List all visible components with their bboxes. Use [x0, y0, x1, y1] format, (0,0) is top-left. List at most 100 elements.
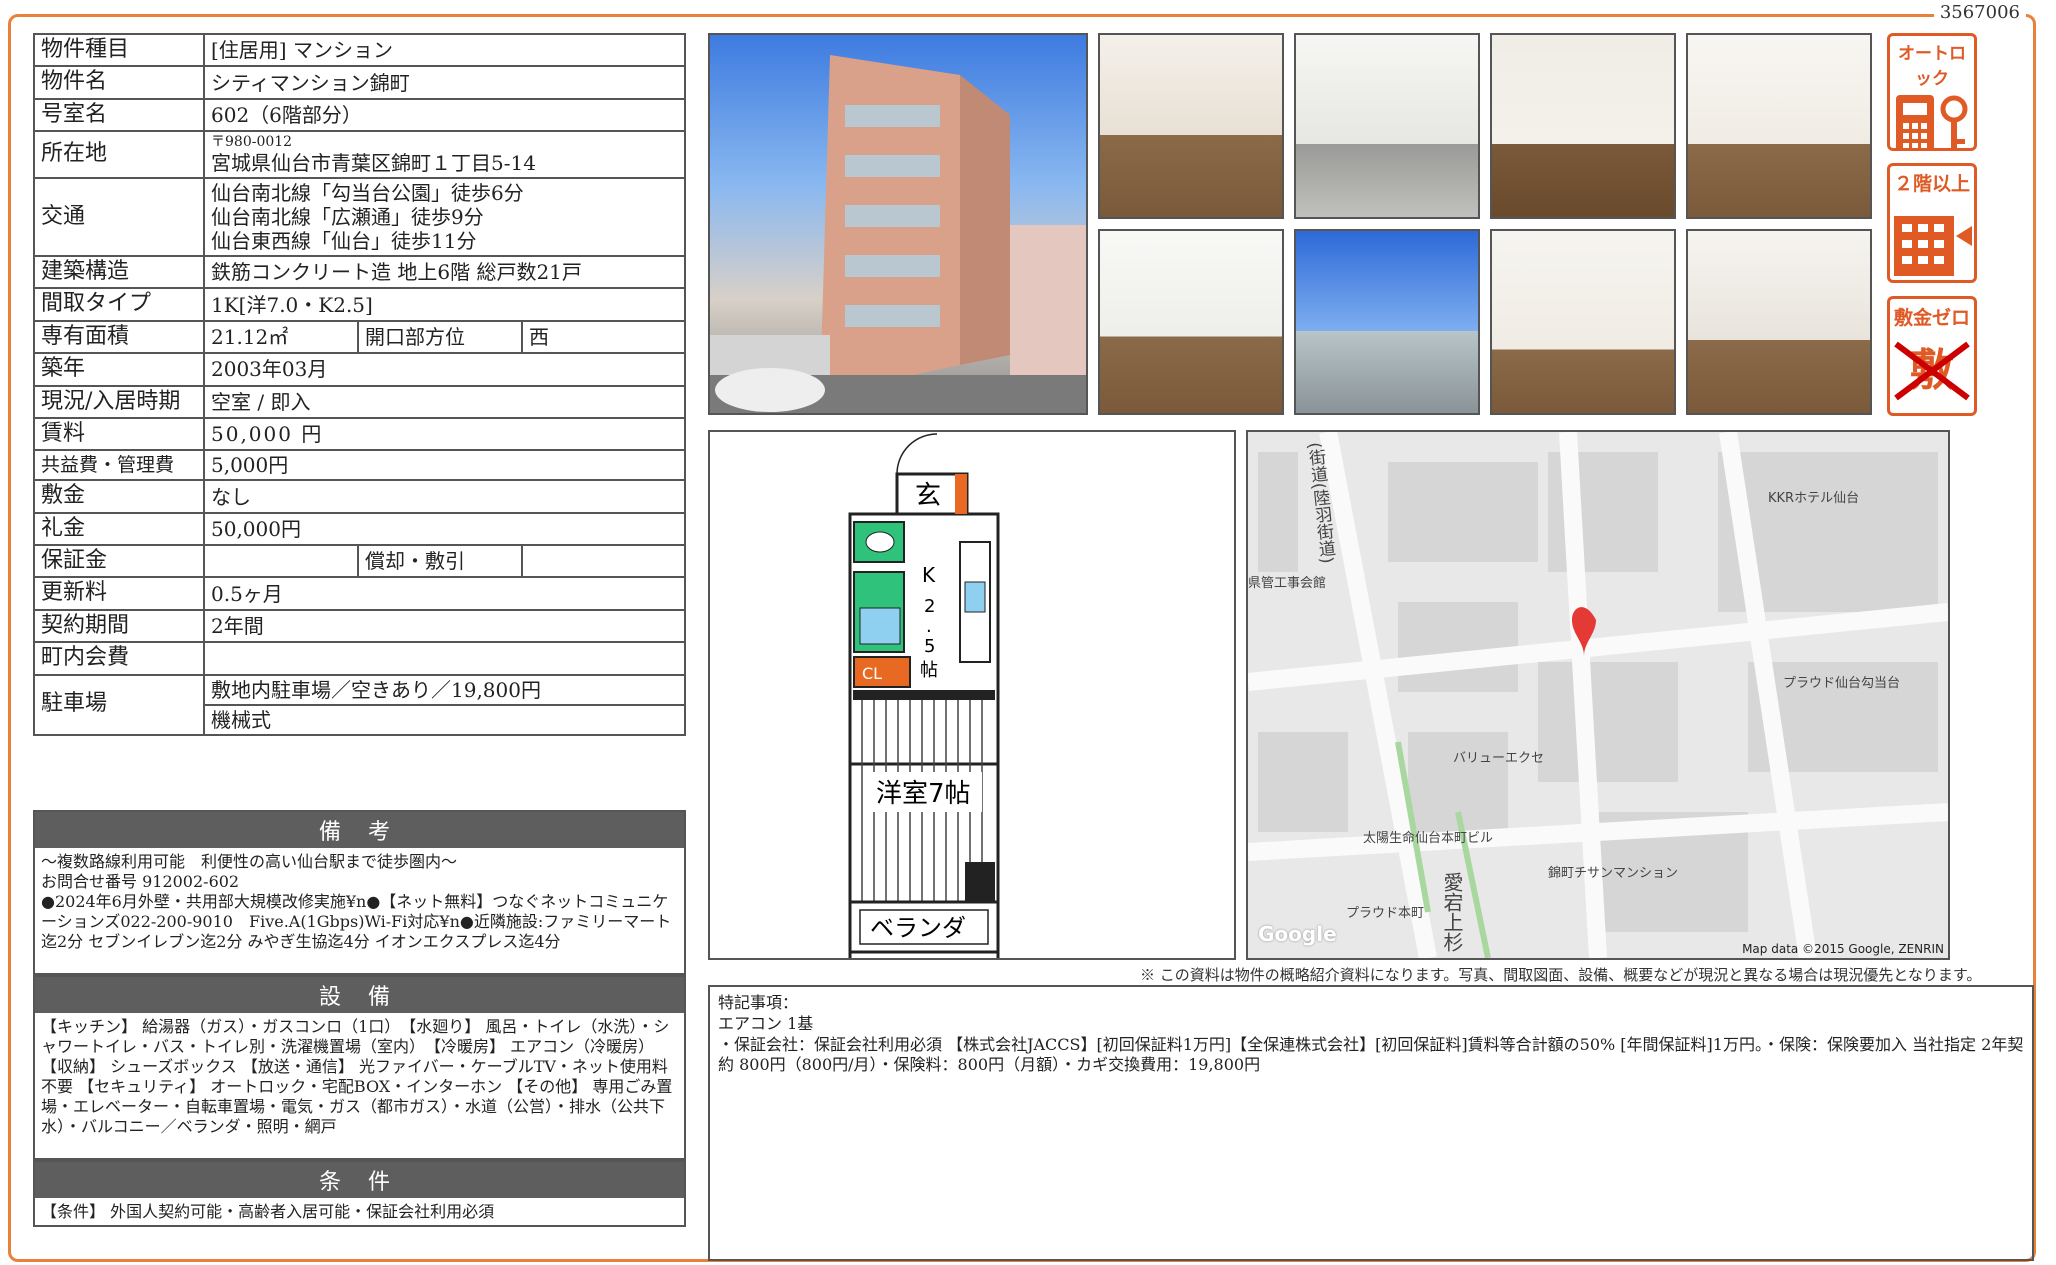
traffic-line: 仙台南北線「広瀬通」徒歩9分	[211, 204, 484, 229]
status-label: 現況/入居時期	[33, 384, 205, 419]
zero-deposit-badge: 敷金ゼロ 敷金	[1887, 296, 1977, 416]
town-fee-value	[203, 641, 686, 676]
interior-photo-room-door[interactable]	[1686, 33, 1872, 219]
guarantee-label: 保証金	[33, 544, 205, 579]
type-value: [住居用] マンション	[203, 32, 686, 68]
disclaimer-note: ※ この資料は物件の概略紹介資料になります。写真、間取図面、設備、概要などが現況…	[1140, 966, 1982, 984]
building-floor-icon	[1894, 216, 1972, 276]
room-label: 洋室7帖	[876, 779, 971, 809]
veranda-label: ベランダ	[870, 914, 966, 942]
area-label: 専有面積	[33, 319, 205, 355]
interior-photo-hallway[interactable]	[1098, 33, 1284, 219]
autolock-badge: オートロック	[1887, 33, 1977, 151]
property-spec-table: 物件種目 [住居用] マンション 物件名 シティマンション錦町 号室名 602（…	[33, 32, 686, 736]
remarks-heading: 備 考	[35, 812, 684, 848]
parking-type: 機械式	[203, 703, 686, 736]
guarantee-value	[203, 544, 359, 579]
renewal-label: 更新料	[33, 576, 205, 611]
special-notes-line: ・保証会社：保証会社利用必須 【株式会社JACCS】[初回保証料1万円]【全保連…	[718, 1034, 2024, 1075]
building-exterior-photo[interactable]	[708, 33, 1088, 415]
name-value: シティマンション錦町	[203, 65, 686, 100]
direction-value: 西	[521, 319, 686, 355]
structure-label: 建築構造	[33, 254, 205, 290]
floor2-badge-label: ２階以上	[1893, 173, 1970, 195]
floor2-badge: ２階以上	[1887, 163, 1977, 283]
map-street-label: 愛宕上杉	[1440, 872, 1464, 952]
lock-icon	[1896, 95, 1968, 148]
map-label: 錦町チサンマンション	[1548, 866, 1679, 881]
map-label: プラウド仙台勾当台	[1783, 676, 1901, 691]
built-label: 築年	[33, 352, 205, 387]
traffic-line: 仙台南北線「勾当台公園」徒歩6分	[211, 180, 524, 205]
parking-label: 駐車場	[33, 673, 205, 736]
map-label: プラウド本町	[1346, 906, 1425, 921]
location-map[interactable]: KKRホテル仙台 プラウド仙台勾当台 バリューエクセ 太陽生命仙台本町ビル 錦町…	[1246, 430, 1950, 960]
name-label: 物件名	[33, 65, 205, 100]
autolock-badge-label: オートロック	[1898, 44, 1966, 89]
document-id: 3567006	[1933, 2, 2026, 23]
interior-photo-toilet[interactable]	[1490, 33, 1676, 219]
equipment-heading: 設 備	[35, 977, 684, 1013]
layout-label: 間取タイプ	[33, 287, 205, 322]
key-money-label: 礼金	[33, 511, 205, 547]
address-label: 所在地	[33, 130, 205, 179]
key-money-value: 50,000円	[203, 511, 686, 547]
address-value: 宮城県仙台市青葉区錦町１丁目5-14	[211, 150, 536, 175]
conditions-section: 条 件 【条件】 外国人契約可能・高齢者入居可能・保証会社利用必須	[33, 1160, 686, 1227]
building-illustration	[710, 55, 1086, 413]
address-zip: 〒980-0012	[211, 134, 293, 151]
conditions-text: 【条件】 外国人契約可能・高齢者入居可能・保証会社利用必須	[41, 1202, 495, 1221]
town-fee-label: 町内会費	[33, 641, 205, 676]
renewal-value: 0.5ヶ月	[203, 576, 686, 611]
kitchen-label-dot: .	[926, 616, 932, 637]
traffic-label: 交通	[33, 176, 205, 257]
map-credit: Map data ©2015 Google, ZENRIN	[1742, 942, 1944, 956]
map-label: 県管工事会館	[1248, 576, 1327, 591]
conditions-heading: 条 件	[35, 1162, 684, 1198]
floor-plan-drawing: 玄 CL K 2 . 5 帖 洋室7帖 ベランダ	[848, 433, 1000, 986]
term-label: 契約期間	[33, 608, 205, 644]
deposit-label: 敷金	[33, 479, 205, 514]
equipment-section: 設 備 【キッチン】 給湯器（ガス）・ガスコンロ（1口） 【水廻り】 風呂・トイ…	[33, 975, 686, 1160]
traffic-line: 仙台東西線「仙台」徒歩11分	[211, 228, 477, 253]
kitchen-label-jo: 帖	[920, 660, 938, 681]
type-label: 物件種目	[33, 32, 205, 68]
equipment-text: 【キッチン】 給湯器（ガス）・ガスコンロ（1口） 【水廻り】 風呂・トイレ（水洗…	[41, 1017, 673, 1136]
parking-value: 敷地内駐車場／空きあり／19,800円	[203, 673, 686, 706]
cross-out-icon	[1894, 341, 1970, 401]
map-label: KKRホテル仙台	[1768, 491, 1860, 506]
zero-deposit-badge-label: 敷金ゼロ	[1893, 307, 1970, 329]
interior-photo-corridor[interactable]	[1686, 229, 1872, 415]
floor-plan[interactable]: 玄 CL K 2 . 5 帖 洋室7帖 ベランダ	[708, 430, 1236, 986]
layout-value: 1K[洋7.0・K2.5]	[203, 287, 686, 322]
room-value: 602（6階部分）	[203, 97, 686, 133]
remarks-section: 備 考 ～複数路線利用可能 利便性の高い仙台駅まで徒歩圏内～ お問合せ番号 91…	[33, 810, 686, 975]
interior-photo-kitchen[interactable]	[1294, 33, 1480, 219]
kitchen-label-2: 2	[924, 596, 935, 617]
traffic-cell: 仙台南北線「勾当台公園」徒歩6分 仙台南北線「広瀬通」徒歩9分 仙台東西線「仙台…	[203, 176, 686, 257]
direction-label: 開口部方位	[357, 319, 523, 355]
structure-value: 鉄筋コンクリート造 地上6階 総戸数21戸	[203, 254, 686, 290]
rent-value: 50,000 円	[203, 416, 686, 452]
amortization-value	[521, 544, 686, 579]
built-value: 2003年03月	[203, 352, 686, 387]
closet-label: CL	[862, 664, 882, 683]
area-value: 21.12㎡	[203, 319, 359, 355]
status-value: 空室 / 即入	[203, 384, 686, 419]
special-notes-title: 特記事項：	[718, 993, 799, 1012]
view-photo[interactable]	[1294, 229, 1480, 415]
map-logo: Google	[1258, 922, 1337, 946]
map-label: バリューエクセ	[1453, 751, 1545, 766]
special-notes-line: エアコン 1基	[718, 1013, 814, 1033]
fee-value: 5,000円	[203, 449, 686, 482]
amortization-label: 償却・敷引	[357, 544, 523, 579]
deposit-value: なし	[203, 479, 686, 514]
special-notes-box: 特記事項： エアコン 1基 ・保証会社：保証会社利用必須 【株式会社JACCS】…	[708, 985, 2034, 1261]
map-label: 太陽生命仙台本町ビル	[1363, 831, 1494, 846]
term-value: 2年間	[203, 608, 686, 644]
rent-label: 賃料	[33, 416, 205, 452]
address-cell: 〒980-0012 宮城県仙台市青葉区錦町１丁目5-14	[203, 130, 686, 179]
interior-photo-closet[interactable]	[1490, 229, 1676, 415]
remarks-text: ～複数路線利用可能 利便性の高い仙台駅まで徒歩圏内～ お問合せ番号 912002…	[41, 852, 672, 951]
interior-photo-room-window[interactable]	[1098, 229, 1284, 415]
